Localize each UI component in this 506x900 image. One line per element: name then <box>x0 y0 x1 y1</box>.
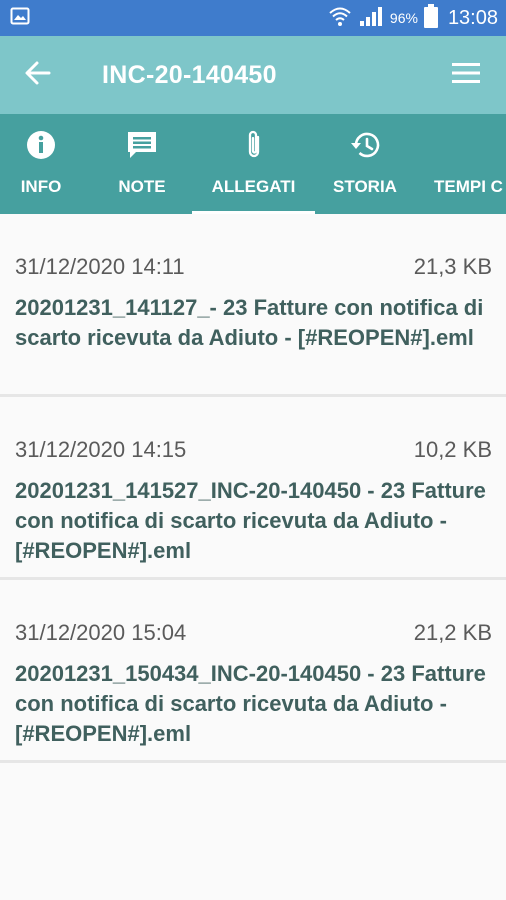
attachment-date: 31/12/2020 14:15 <box>15 437 187 462</box>
wifi-icon <box>328 5 352 32</box>
tab-note[interactable]: NOTE <box>92 114 192 214</box>
tab-info[interactable]: INFO <box>0 114 82 214</box>
status-right: 96% 13:08 <box>328 3 498 33</box>
back-arrow-icon <box>24 59 52 92</box>
hamburger-menu-icon <box>452 62 480 89</box>
list-item[interactable]: 31/12/2020 14:11 21,3 KB 20201231_141127… <box>0 214 506 397</box>
tab-tempi[interactable]: TEMPI C <box>428 114 506 214</box>
attachment-size: 21,2 KB <box>413 620 492 645</box>
status-left <box>10 6 30 31</box>
attachment-filename: 20201231_150434_INC-20-140450 - 23 Fattu… <box>15 661 486 746</box>
app-bar: INC-20-140450 <box>0 36 506 114</box>
battery-percentage: 96% <box>389 10 418 26</box>
back-button[interactable] <box>0 36 76 114</box>
tab-label: NOTE <box>118 177 166 196</box>
tab-storia[interactable]: STORIA <box>315 114 415 214</box>
attachment-date: 31/12/2020 15:04 <box>15 620 187 645</box>
image-icon <box>10 6 30 31</box>
attachment-filename: 20201231_141527_INC-20-140450 - 23 Fattu… <box>15 478 486 563</box>
status-bar: 96% 13:08 <box>0 0 506 36</box>
paperclip-icon <box>244 130 264 160</box>
note-icon <box>126 130 158 160</box>
page-title: INC-20-140450 <box>102 60 277 89</box>
status-time: 13:08 <box>447 6 498 29</box>
signal-icon <box>358 5 384 32</box>
attachment-date: 31/12/2020 14:11 <box>15 254 185 279</box>
attachment-size: 10,2 KB <box>413 437 492 462</box>
tab-label: ALLEGATI <box>211 177 296 196</box>
tab-label: INFO <box>20 177 62 196</box>
attachments-list: 31/12/2020 14:11 21,3 KB 20201231_141127… <box>0 214 506 763</box>
list-item[interactable]: 31/12/2020 14:15 10,2 KB 20201231_141527… <box>0 397 506 580</box>
tab-label: STORIA <box>333 177 397 196</box>
tab-bar: INFO NOTE ALLEGATI STORIA TEMPI C <box>0 114 506 214</box>
menu-button[interactable] <box>426 36 506 114</box>
battery-icon <box>423 3 438 33</box>
info-icon <box>26 130 56 160</box>
tab-allegati[interactable]: ALLEGATI <box>192 114 315 214</box>
attachment-filename: 20201231_141127_- 23 Fatture con notific… <box>15 295 484 350</box>
list-item[interactable]: 31/12/2020 15:04 21,2 KB 20201231_150434… <box>0 580 506 763</box>
attachment-size: 21,3 KB <box>413 254 492 279</box>
history-icon <box>349 130 381 160</box>
tab-label: TEMPI C <box>434 177 503 196</box>
